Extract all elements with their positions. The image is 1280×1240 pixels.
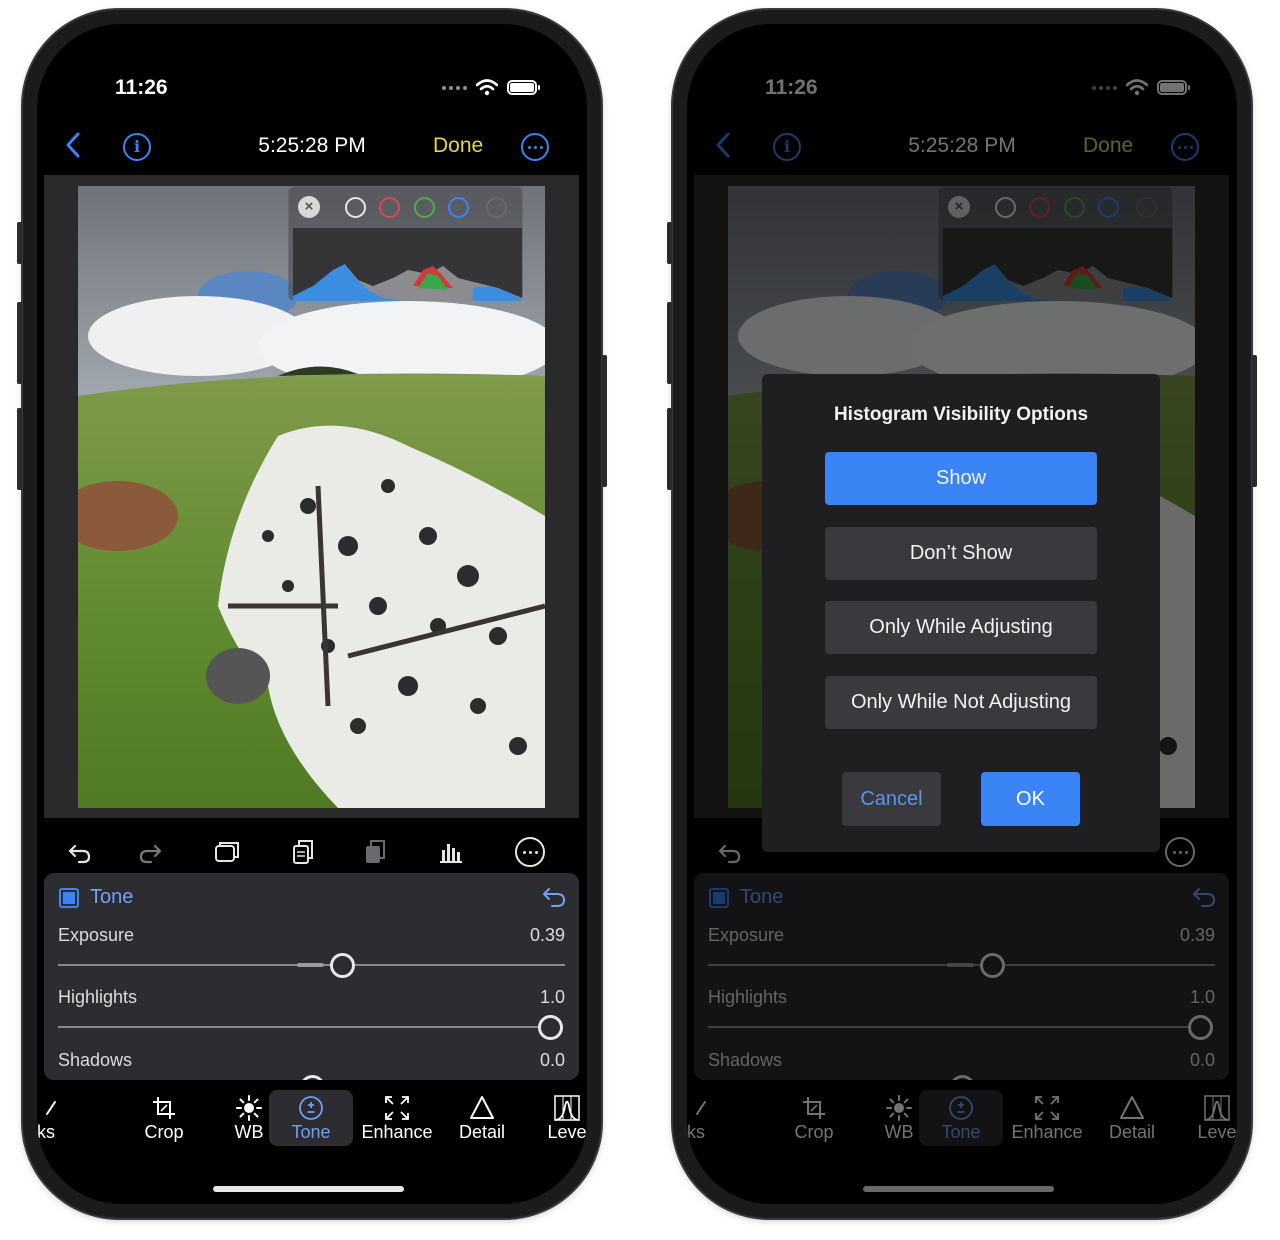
close-icon[interactable]: × [298, 196, 320, 218]
reset-icon[interactable] [541, 885, 567, 909]
histogram-overlay: × [288, 186, 523, 301]
cancel-button[interactable]: Cancel [842, 772, 941, 826]
volume-down-button [17, 408, 22, 490]
histogram-graph [293, 228, 522, 301]
screen: 11:26 i 5:25:28 PM Done [687, 24, 1237, 1204]
phone-left: 11:26 i 5:25:28 PM Done × Tone Exposure … [17, 10, 607, 1218]
histogram-more-icon[interactable] [486, 197, 507, 218]
undo-icon[interactable] [65, 838, 93, 866]
compare-icon[interactable] [213, 838, 241, 866]
redo-icon[interactable] [137, 838, 165, 866]
paste-icon[interactable] [361, 838, 389, 866]
exposure-label: Exposure [58, 925, 135, 945]
highlights-label: Highlights [58, 987, 138, 1007]
histogram-visibility-dialog: Histogram Visibility Options Show Don’t … [762, 374, 1160, 852]
tab-crop[interactable]: Crop [122, 1090, 206, 1146]
screen: 11:26 i 5:25:28 PM Done [37, 24, 587, 1204]
blue-channel-toggle[interactable] [448, 197, 469, 218]
status-time: 11:26 [115, 76, 168, 99]
tab-label: Enhance [361, 1122, 433, 1142]
histogram-icon[interactable] [437, 838, 465, 866]
tab-levels[interactable]: Leve [525, 1090, 587, 1146]
tab-label: Tone [291, 1122, 331, 1142]
exposure-value: 0.39 [529, 925, 565, 945]
power-button [1252, 355, 1257, 487]
status-icons [442, 79, 540, 96]
triangle-icon [470, 1096, 494, 1119]
luminance-channel-toggle[interactable] [345, 197, 366, 218]
exposure-knob[interactable] [330, 953, 355, 978]
volume-up-button [667, 302, 672, 384]
plus-minus-icon [299, 1096, 323, 1120]
ok-button[interactable]: OK [981, 772, 1080, 826]
option-dont-show[interactable]: Don’t Show [825, 527, 1097, 580]
tab-masks[interactable]: sks [37, 1090, 83, 1146]
highlights-knob[interactable] [538, 1015, 563, 1040]
edit-toolbar [37, 830, 587, 874]
option-only-while-adjusting[interactable]: Only While Adjusting [825, 601, 1097, 654]
power-button [602, 355, 607, 487]
crop-icon [153, 1097, 175, 1119]
tone-enable-checkbox[interactable] [59, 888, 79, 908]
nav-title: 5:25:28 PM [258, 134, 366, 157]
wifi-icon [476, 79, 498, 96]
volume-up-button [17, 302, 22, 384]
home-indicator[interactable] [213, 1186, 404, 1192]
copy-icon[interactable] [289, 838, 317, 866]
tab-tone[interactable]: Tone [269, 1090, 353, 1146]
sun-icon [236, 1095, 262, 1121]
green-channel-toggle[interactable] [414, 197, 435, 218]
brush-icon [46, 1101, 56, 1115]
highlights-slider[interactable] [58, 1026, 538, 1028]
photo-area: × [44, 175, 579, 818]
tab-label: Leve [547, 1122, 587, 1142]
navbar: i 5:25:28 PM Done [37, 124, 587, 168]
volume-down-button [667, 408, 672, 490]
shadows-knob[interactable] [300, 1075, 325, 1080]
done-button[interactable]: Done [433, 134, 483, 158]
tab-label: sks [37, 1122, 55, 1142]
dialog-title: Histogram Visibility Options [833, 404, 1089, 425]
shadows-value: 0.0 [539, 1050, 565, 1070]
exposure-fill [297, 963, 324, 967]
expand-icon [385, 1096, 409, 1120]
more-options-icon[interactable] [515, 837, 545, 867]
more-icon[interactable] [521, 133, 549, 161]
highlights-value: 1.0 [539, 987, 565, 1007]
tab-detail[interactable]: Detail [440, 1090, 524, 1146]
tab-enhance[interactable]: Enhance [355, 1090, 439, 1146]
option-show[interactable]: Show [825, 452, 1097, 505]
signal-dots-icon [442, 85, 467, 90]
red-channel-toggle[interactable] [379, 197, 400, 218]
tone-panel: Tone Exposure 0.39 Highlights 1.0 Shadow… [44, 873, 579, 1080]
tab-label: Crop [144, 1122, 184, 1142]
option-only-while-not-adjusting[interactable]: Only While Not Adjusting [825, 676, 1097, 729]
tab-bar: sks Crop WB Tone Enhance Detail [37, 1090, 587, 1150]
battery-icon [507, 80, 540, 95]
action-button [667, 222, 672, 264]
tab-label: Detail [458, 1122, 506, 1142]
shadows-label: Shadows [58, 1050, 133, 1070]
panel-title: Tone [90, 886, 134, 908]
action-button [17, 222, 22, 264]
levels-icon [554, 1095, 580, 1121]
phone-right: 11:26 i 5:25:28 PM Done [667, 10, 1257, 1218]
